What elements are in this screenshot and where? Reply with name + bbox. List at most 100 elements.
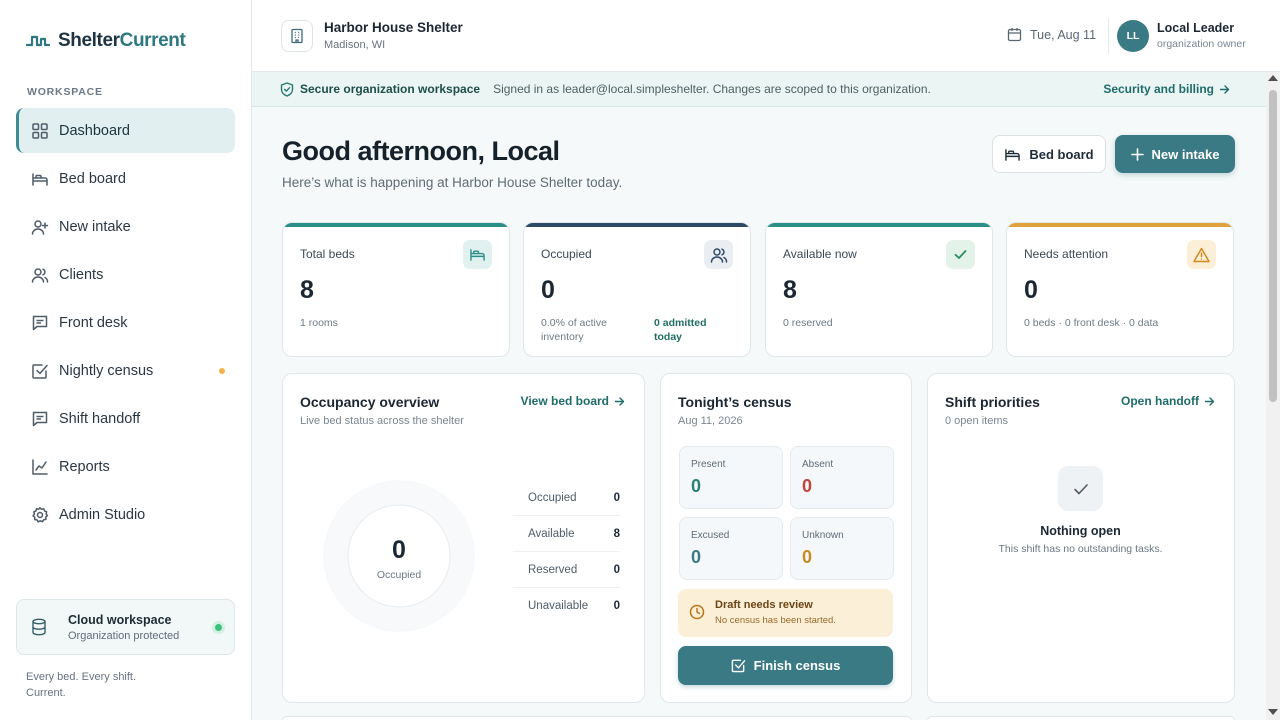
sidebar-item-label: Clients — [59, 266, 104, 283]
open-handoff-link[interactable]: Open handoff — [1121, 394, 1215, 408]
tonights-census-panel: Tonight’s census Aug 11, 2026 Present 0 … — [660, 373, 912, 703]
clock-icon — [689, 604, 705, 620]
stat-note: 1 rooms — [300, 317, 338, 329]
census-tile-value: 0 — [691, 476, 702, 496]
bed-board-button[interactable]: Bed board — [992, 135, 1106, 173]
security-billing-link-label: Security and billing — [1103, 82, 1214, 96]
users-icon — [31, 266, 49, 284]
sidebar-item-label: New intake — [59, 218, 131, 235]
arrow-right-icon — [614, 396, 625, 407]
page-subtitle: Here’s what is happening at Harbor House… — [282, 175, 623, 190]
bed-icon — [31, 170, 49, 188]
workspace-section-label: WORKSPACE — [27, 86, 103, 98]
legend-value: 0 — [613, 600, 620, 612]
date-text: Tue, Aug 11 — [1030, 27, 1097, 42]
notification-dot — [219, 367, 225, 374]
scroll-up-arrow[interactable] — [1268, 75, 1278, 81]
scroll-down-arrow[interactable] — [1268, 709, 1278, 715]
sidebar-item-label: Bed board — [59, 170, 126, 187]
sidebar-item-reports[interactable]: Reports — [16, 444, 235, 489]
empty-state-text: This shift has no outstanding tasks. — [998, 543, 1163, 555]
next-row-card — [282, 716, 912, 720]
census-tile-unknown: Unknown 0 — [790, 517, 894, 580]
security-billing-link[interactable]: Security and billing — [1103, 82, 1230, 96]
organization-location: Madison, WI — [324, 39, 386, 51]
legend-label: Available — [528, 527, 575, 540]
avatar[interactable]: LL — [1117, 20, 1149, 52]
panel-title: Shift priorities — [945, 394, 1040, 410]
current-date: Tue, Aug 11 — [1007, 27, 1096, 42]
new-intake-button[interactable]: New intake — [1115, 135, 1235, 173]
legend-row-unavailable: Unavailable 0 — [513, 588, 620, 624]
bed-icon — [1004, 147, 1021, 162]
header-divider — [1108, 18, 1109, 54]
view-bed-board-link[interactable]: View bed board — [521, 394, 625, 408]
stat-note: 0 reserved — [783, 317, 833, 329]
sidebar-item-bed-board[interactable]: Bed board — [16, 156, 235, 201]
cloud-workspace-title: Cloud workspace — [68, 613, 172, 627]
sidebar-nav: Dashboard Bed board New intake Clients F… — [16, 108, 235, 540]
census-tile-value: 0 — [802, 547, 813, 567]
view-bed-board-link-label: View bed board — [520, 394, 609, 408]
security-banner-text: Signed in as leader@local.simpleshelter.… — [493, 82, 931, 96]
gear-icon — [31, 506, 49, 524]
sidebar-item-label: Admin Studio — [59, 506, 146, 523]
stat-accent-bar — [1007, 223, 1233, 227]
draft-alert-title: Draft needs review — [715, 599, 813, 611]
check-icon — [946, 240, 975, 269]
legend-label: Reserved — [528, 563, 578, 576]
stat-value: 8 — [300, 276, 314, 304]
occupancy-overview-panel: Occupancy overview Live bed status acros… — [282, 373, 645, 703]
brand-logo[interactable]: ShelterCurrent — [26, 30, 186, 52]
sidebar-item-clients[interactable]: Clients — [16, 252, 235, 297]
new-intake-button-label: New intake — [1151, 146, 1220, 162]
finish-census-button[interactable]: Finish census — [678, 646, 893, 685]
stat-card-occupied: Occupied 0 0.0% of active inventory 0 ad… — [523, 222, 751, 357]
draft-alert-text: No census has been started. — [715, 615, 836, 626]
user-plus-icon — [31, 218, 49, 236]
panel-title: Tonight’s census — [678, 394, 792, 410]
tagline: Every bed. Every shift. Current. — [26, 671, 137, 699]
occupancy-donut: 0 Occupied — [323, 480, 475, 632]
bed-icon — [463, 240, 492, 269]
security-banner: Secure organization workspace Signed in … — [252, 72, 1266, 107]
shift-priorities-panel: Shift priorities 0 open items Open hando… — [927, 373, 1235, 703]
stat-note: 0.0% of active inventory — [541, 317, 607, 343]
stat-label: Available now — [783, 247, 857, 261]
sidebar-item-shift-handoff[interactable]: Shift handoff — [16, 396, 235, 441]
sidebar-item-nightly-census[interactable]: Nightly census — [16, 348, 235, 393]
sidebar-item-label: Reports — [59, 458, 110, 475]
stat-label: Needs attention — [1024, 247, 1109, 261]
check-square-icon — [731, 658, 746, 673]
stat-value: 8 — [783, 276, 797, 304]
stat-accent-bar — [524, 223, 750, 227]
page-title: Good afternoon, Local — [282, 136, 560, 166]
scroll-thumb[interactable] — [1269, 90, 1277, 402]
alert-triangle-icon — [1187, 240, 1216, 269]
finish-census-button-label: Finish census — [753, 658, 841, 673]
arrow-right-icon — [1219, 84, 1230, 95]
security-banner-title: Secure organization workspace — [300, 82, 481, 96]
check-icon — [1058, 466, 1103, 511]
user-name[interactable]: Local Leader — [1157, 21, 1234, 35]
cloud-workspace-card[interactable]: Cloud workspace Organization protected — [16, 599, 235, 655]
organization-name[interactable]: Harbor House Shelter — [324, 20, 463, 35]
legend-value: 8 — [613, 527, 620, 540]
sidebar-item-new-intake[interactable]: New intake — [16, 204, 235, 249]
main-scrollbar[interactable] — [1266, 72, 1280, 720]
census-date: Aug 11, 2026 — [678, 415, 743, 427]
plus-icon — [1130, 147, 1144, 161]
legend-row-reserved: Reserved 0 — [513, 552, 620, 588]
sidebar-item-admin-studio[interactable]: Admin Studio — [16, 492, 235, 537]
pulse-logo-icon — [26, 33, 50, 49]
building-icon — [281, 20, 313, 52]
census-tile-value: 0 — [691, 547, 702, 567]
census-tile-label: Excused — [691, 530, 730, 541]
admitted-today-note: 0 admitted today — [654, 317, 707, 343]
panel-subtitle: Live bed status across the shelter — [300, 415, 464, 427]
sidebar-item-label: Shift handoff — [59, 410, 141, 427]
stat-note: 0 beds · 0 front desk · 0 data — [1024, 317, 1159, 329]
sidebar-item-front-desk[interactable]: Front desk — [16, 300, 235, 345]
sidebar-item-dashboard[interactable]: Dashboard — [16, 108, 235, 153]
census-tile-absent: Absent 0 — [790, 446, 894, 509]
